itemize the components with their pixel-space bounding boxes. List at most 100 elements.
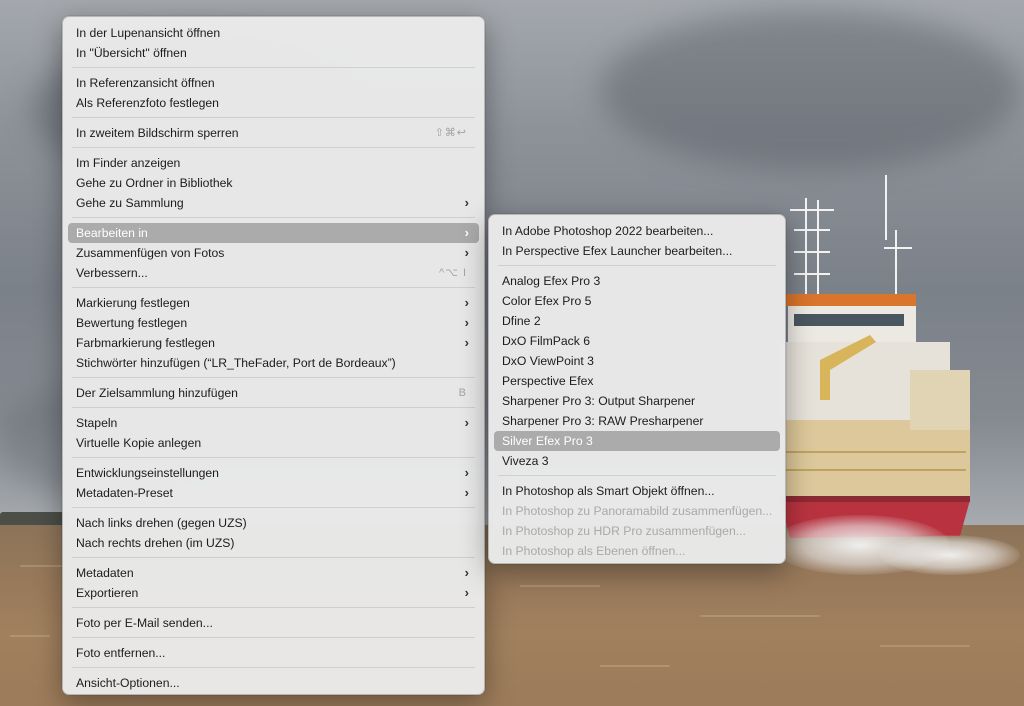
menu-separator [72, 67, 475, 68]
menu-item-der-zielsammlung-hinzufuegen[interactable]: Der Zielsammlung hinzufügen B [68, 383, 479, 403]
menu-item-analog-efex-pro-3[interactable]: Analog Efex Pro 3 [494, 271, 780, 291]
menu-item-exportieren[interactable]: Exportieren › [68, 583, 479, 603]
chevron-right-icon: › [464, 195, 469, 210]
menu-separator [72, 607, 475, 608]
menu-item-verbessern[interactable]: Verbessern... ^⌥ I [68, 263, 479, 283]
menu-item-in-referenzansicht-oeffnen[interactable]: In Referenzansicht öffnen [68, 73, 479, 93]
menu-item-label: Verbessern... [76, 266, 148, 280]
menu-item-in-perspective-efex-launcher-bearbeiten[interactable]: In Perspective Efex Launcher bearbeiten.… [494, 241, 780, 261]
keyboard-shortcut: ^⌥ I [439, 267, 467, 279]
menu-separator [498, 265, 776, 266]
ship-image [780, 175, 970, 538]
menu-item-label: Farbmarkierung festlegen [76, 336, 215, 350]
menu-item-label: In zweitem Bildschirm sperren [76, 126, 239, 140]
menu-item-label: In Photoshop zu HDR Pro zusammenfügen... [502, 524, 746, 538]
menu-item-sharpener-pro-3-output-sharpener[interactable]: Sharpener Pro 3: Output Sharpener [494, 391, 780, 411]
menu-item-nach-links-drehen-gegen-uzs[interactable]: Nach links drehen (gegen UZS) [68, 513, 479, 533]
menu-separator [72, 147, 475, 148]
menu-separator [72, 637, 475, 638]
menu-item-gehe-zu-ordner-in-bibliothek[interactable]: Gehe zu Ordner in Bibliothek [68, 173, 479, 193]
menu-item-label: In Photoshop als Ebenen öffnen... [502, 544, 686, 558]
menu-item-label: Exportieren [76, 586, 139, 600]
menu-item-label: Gehe zu Ordner in Bibliothek [76, 176, 233, 190]
menu-item-label: Markierung festlegen [76, 296, 190, 310]
menu-item-label: Bearbeiten in [76, 226, 148, 240]
menu-item-farbmarkierung-festlegen[interactable]: Farbmarkierung festlegen › [68, 333, 479, 353]
menu-item-metadaten[interactable]: Metadaten › [68, 563, 479, 583]
chevron-right-icon: › [464, 245, 469, 260]
menu-item-bewertung-festlegen[interactable]: Bewertung festlegen › [68, 313, 479, 333]
menu-separator [72, 557, 475, 558]
menu-item-in-uebersicht-oeffnen[interactable]: In "Übersicht" öffnen [68, 43, 479, 63]
menu-separator [72, 507, 475, 508]
keyboard-shortcut: B [458, 387, 467, 399]
menu-item-label: In Referenzansicht öffnen [76, 76, 215, 90]
menu-item-label: In "Übersicht" öffnen [76, 46, 187, 60]
menu-item-viveza-3[interactable]: Viveza 3 [494, 451, 780, 471]
chevron-right-icon: › [464, 335, 469, 350]
menu-item-in-zweitem-bildschirm-sperren[interactable]: In zweitem Bildschirm sperren ⇧⌘↩ [68, 123, 479, 143]
menu-item-virtuelle-kopie-anlegen[interactable]: Virtuelle Kopie anlegen [68, 433, 479, 453]
menu-item-in-photoshop-als-ebenen-oeffnen: In Photoshop als Ebenen öffnen... [494, 541, 780, 561]
menu-item-metadaten-preset[interactable]: Metadaten-Preset › [68, 483, 479, 503]
bow-spray [880, 535, 1020, 575]
menu-item-in-photoshop-zu-panoramabild-zusammenfue: In Photoshop zu Panoramabild zusammenfüg… [494, 501, 780, 521]
menu-item-label: Als Referenzfoto festlegen [76, 96, 219, 110]
menu-item-label: Virtuelle Kopie anlegen [76, 436, 202, 450]
menu-item-perspective-efex[interactable]: Perspective Efex [494, 371, 780, 391]
menu-item-foto-per-e-mail-senden[interactable]: Foto per E-Mail senden... [68, 613, 479, 633]
menu-item-stichwoerter-hinzufuegen-lr-thefader-por[interactable]: Stichwörter hinzufügen (“LR_TheFader, Po… [68, 353, 479, 373]
chevron-right-icon: › [464, 585, 469, 600]
menu-item-label: Der Zielsammlung hinzufügen [76, 386, 238, 400]
menu-item-label: Nach links drehen (gegen UZS) [76, 516, 247, 530]
chevron-right-icon: › [464, 225, 469, 240]
menu-item-label: Sharpener Pro 3: Output Sharpener [502, 394, 696, 408]
menu-item-foto-entfernen[interactable]: Foto entfernen... [68, 643, 479, 663]
menu-item-dfine-2[interactable]: Dfine 2 [494, 311, 780, 331]
menu-item-zusammenfuegen-von-fotos[interactable]: Zusammenfügen von Fotos › [68, 243, 479, 263]
menu-item-label: Metadaten-Preset [76, 486, 173, 500]
menu-item-in-der-lupenansicht-oeffnen[interactable]: In der Lupenansicht öffnen [68, 23, 479, 43]
menu-item-label: Metadaten [76, 566, 134, 580]
chevron-right-icon: › [464, 315, 469, 330]
menu-item-stapeln[interactable]: Stapeln › [68, 413, 479, 433]
menu-item-label: In Perspective Efex Launcher bearbeiten.… [502, 244, 733, 258]
menu-item-label: Ansicht-Optionen... [76, 676, 180, 690]
menu-item-bearbeiten-in[interactable]: Bearbeiten in › [68, 223, 479, 243]
menu-item-in-photoshop-zu-hdr-pro-zusammenfuegen: In Photoshop zu HDR Pro zusammenfügen... [494, 521, 780, 541]
menu-item-label: Silver Efex Pro 3 [502, 434, 593, 448]
menu-item-nach-rechts-drehen-im-uzs[interactable]: Nach rechts drehen (im UZS) [68, 533, 479, 553]
menu-item-dxo-viewpoint-3[interactable]: DxO ViewPoint 3 [494, 351, 780, 371]
menu-item-markierung-festlegen[interactable]: Markierung festlegen › [68, 293, 479, 313]
chevron-right-icon: › [464, 295, 469, 310]
menu-item-in-adobe-photoshop-2022-bearbeiten[interactable]: In Adobe Photoshop 2022 bearbeiten... [494, 221, 780, 241]
menu-separator [72, 667, 475, 668]
menu-item-ansicht-optionen[interactable]: Ansicht-Optionen... [68, 673, 479, 693]
menu-item-in-photoshop-als-smart-objekt-oeffnen[interactable]: In Photoshop als Smart Objekt öffnen... [494, 481, 780, 501]
keyboard-shortcut: ⇧⌘↩ [434, 127, 467, 139]
chevron-right-icon: › [464, 415, 469, 430]
menu-separator [72, 407, 475, 408]
menu-separator [498, 475, 776, 476]
menu-item-gehe-zu-sammlung[interactable]: Gehe zu Sammlung › [68, 193, 479, 213]
menu-item-color-efex-pro-5[interactable]: Color Efex Pro 5 [494, 291, 780, 311]
screen: In der Lupenansicht öffnen In "Übersicht"… [0, 0, 1024, 706]
menu-item-label: In Photoshop als Smart Objekt öffnen... [502, 484, 715, 498]
menu-item-silver-efex-pro-3[interactable]: Silver Efex Pro 3 [494, 431, 780, 451]
menu-item-label: Bewertung festlegen [76, 316, 188, 330]
menu-item-sharpener-pro-3-raw-presharpener[interactable]: Sharpener Pro 3: RAW Presharpener [494, 411, 780, 431]
menu-item-label: Foto entfernen... [76, 646, 166, 660]
menu-item-label: Foto per E-Mail senden... [76, 616, 213, 630]
menu-item-label: In der Lupenansicht öffnen [76, 26, 221, 40]
menu-item-im-finder-anzeigen[interactable]: Im Finder anzeigen [68, 153, 479, 173]
menu-item-label: DxO FilmPack 6 [502, 334, 591, 348]
menu-item-als-referenzfoto-festlegen[interactable]: Als Referenzfoto festlegen [68, 93, 479, 113]
menu-item-label: Color Efex Pro 5 [502, 294, 592, 308]
menu-item-label: Analog Efex Pro 3 [502, 274, 601, 288]
menu-item-label: Im Finder anzeigen [76, 156, 181, 170]
menu-item-dxo-filmpack-6[interactable]: DxO FilmPack 6 [494, 331, 780, 351]
menu-item-label: In Adobe Photoshop 2022 bearbeiten... [502, 224, 714, 238]
menu-item-entwicklungseinstellungen[interactable]: Entwicklungseinstellungen › [68, 463, 479, 483]
menu-item-label: Stichwörter hinzufügen (“LR_TheFader, Po… [76, 356, 396, 370]
menu-item-label: Viveza 3 [502, 454, 549, 468]
